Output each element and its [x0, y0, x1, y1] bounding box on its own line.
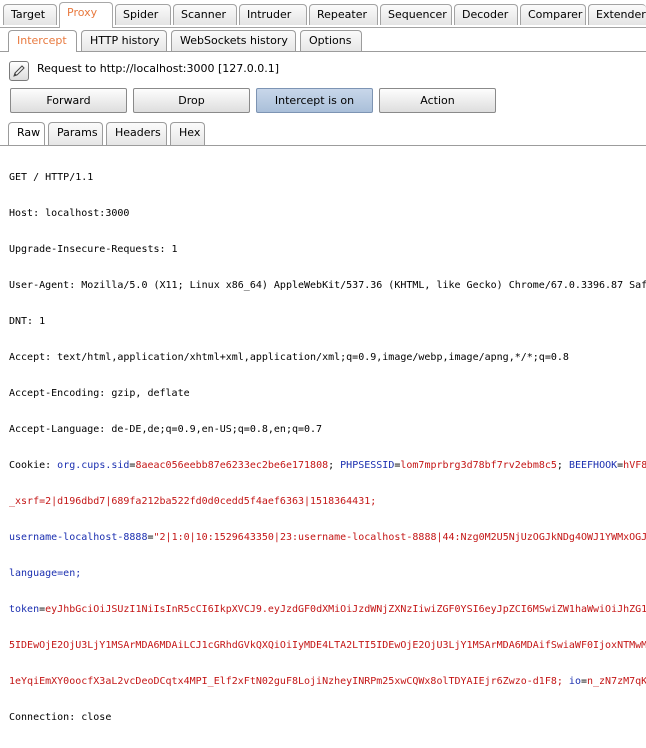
cookie-prefix: Cookie:: [9, 460, 58, 471]
tab-repeater[interactable]: Repeater: [309, 4, 378, 25]
header-accept-language: Accept-Language: de-DE,de;q=0.9,en-US;q=…: [9, 424, 323, 435]
cookie-value: eyJhbGciOiJSUzI1NiIsInR5cCI6IkpXVCJ9.eyJ…: [45, 604, 646, 615]
cookie-continuation: 5IDEwOjE2OjU3LjY1MSArMDA6MDAiLCJ1cGRhdGV…: [9, 640, 646, 651]
request-target-label: Request to http://localhost:3000 [127.0.…: [37, 62, 280, 75]
raw-request-editor[interactable]: GET / HTTP/1.1 Host: localhost:3000 Upgr…: [0, 145, 646, 723]
tab-params[interactable]: Params: [48, 122, 103, 145]
cookie-value: 8aeac056eebb87e6233ec2be6e171808: [135, 460, 329, 471]
tab-decoder[interactable]: Decoder: [454, 4, 518, 25]
tab-target[interactable]: Target: [3, 4, 57, 25]
cookie-line: token=eyJhbGciOiJSUzI1NiIsInR5cCI6IkpXVC…: [9, 604, 646, 615]
tab-sequencer[interactable]: Sequencer: [380, 4, 452, 25]
action-button[interactable]: Action: [379, 88, 496, 113]
cookie-value: 1eYqiEmXY0oocfX3aL2vcDeoDCqtx4MPI_Elf2xF…: [9, 676, 569, 687]
cookie-value: hVF8: [623, 460, 646, 471]
header-host: Host: localhost:3000: [9, 208, 130, 219]
proxy-panel: Intercept HTTP history WebSockets histor…: [0, 28, 646, 723]
request-text: GET / HTTP/1.1 Host: localhost:3000 Upgr…: [9, 148, 646, 748]
tab-proxy[interactable]: Proxy: [59, 2, 113, 28]
cookie-name: username-localhost-8888: [9, 532, 148, 543]
header-accept: Accept: text/html,application/xhtml+xml,…: [9, 352, 569, 363]
tab-http-history[interactable]: HTTP history: [81, 30, 167, 52]
tab-hex[interactable]: Hex: [170, 122, 205, 145]
tab-intruder[interactable]: Intruder: [239, 4, 307, 25]
subtab-divider: [77, 51, 646, 52]
request-info-row: Request to http://localhost:3000 [127.0.…: [0, 58, 646, 82]
tab-headers[interactable]: Headers: [106, 122, 167, 145]
header-dnt: DNT: 1: [9, 316, 46, 327]
tab-intercept[interactable]: Intercept: [8, 30, 77, 52]
cookie-name: PHPSESSID: [340, 460, 395, 471]
forward-button[interactable]: Forward: [10, 88, 127, 113]
header-cookie: Cookie: org.cups.sid=8aeac056eebb87e6233…: [9, 460, 646, 471]
drop-button[interactable]: Drop: [133, 88, 250, 113]
tab-extender[interactable]: Extender: [588, 4, 646, 25]
cookie-value: "2|1:0|10:1529643350|23:username-localho…: [153, 532, 646, 543]
cookie-value: lom7mprbrg3d78bf7rv2ebm8c5: [400, 460, 557, 471]
header-accept-encoding: Accept-Encoding: gzip, deflate: [9, 388, 190, 399]
cookie-continuation: language=en;: [9, 568, 82, 579]
tab-options[interactable]: Options: [300, 30, 362, 52]
cookie-continuation: _xsrf=2|d196dbd7|689fa212ba522fd0d0cedd5…: [9, 496, 377, 507]
cookie-name: org.cups.sid: [57, 460, 130, 471]
tab-scanner[interactable]: Scanner: [173, 4, 237, 25]
cookie-line: username-localhost-8888="2|1:0|10:152964…: [9, 532, 646, 543]
request-line: GET / HTTP/1.1: [9, 172, 94, 183]
cookie-name: BEEFHOOK: [568, 460, 618, 471]
cookie-name: token: [9, 604, 40, 615]
intercept-toggle-button[interactable]: Intercept is on: [256, 88, 373, 113]
cookie-name: io: [568, 676, 581, 687]
tab-websockets-history[interactable]: WebSockets history: [171, 30, 296, 52]
tab-raw[interactable]: Raw: [8, 122, 45, 145]
subtab-divider: [0, 51, 8, 52]
header-connection: Connection: close: [9, 712, 112, 723]
tab-comparer[interactable]: Comparer: [520, 4, 586, 25]
main-tab-bar: Target Proxy Spider Scanner Intruder Rep…: [0, 0, 646, 28]
pencil-icon[interactable]: [9, 61, 29, 81]
header-user-agent: User-Agent: Mozilla/5.0 (X11; Linux x86_…: [9, 280, 646, 291]
cookie-value: n_zN7zM7qK: [587, 676, 646, 687]
cookie-line: 1eYqiEmXY0oocfX3aL2vcDeoDCqtx4MPI_Elf2xF…: [9, 676, 646, 687]
tab-spider[interactable]: Spider: [115, 4, 171, 25]
header-upgrade: Upgrade-Insecure-Requests: 1: [9, 244, 178, 255]
